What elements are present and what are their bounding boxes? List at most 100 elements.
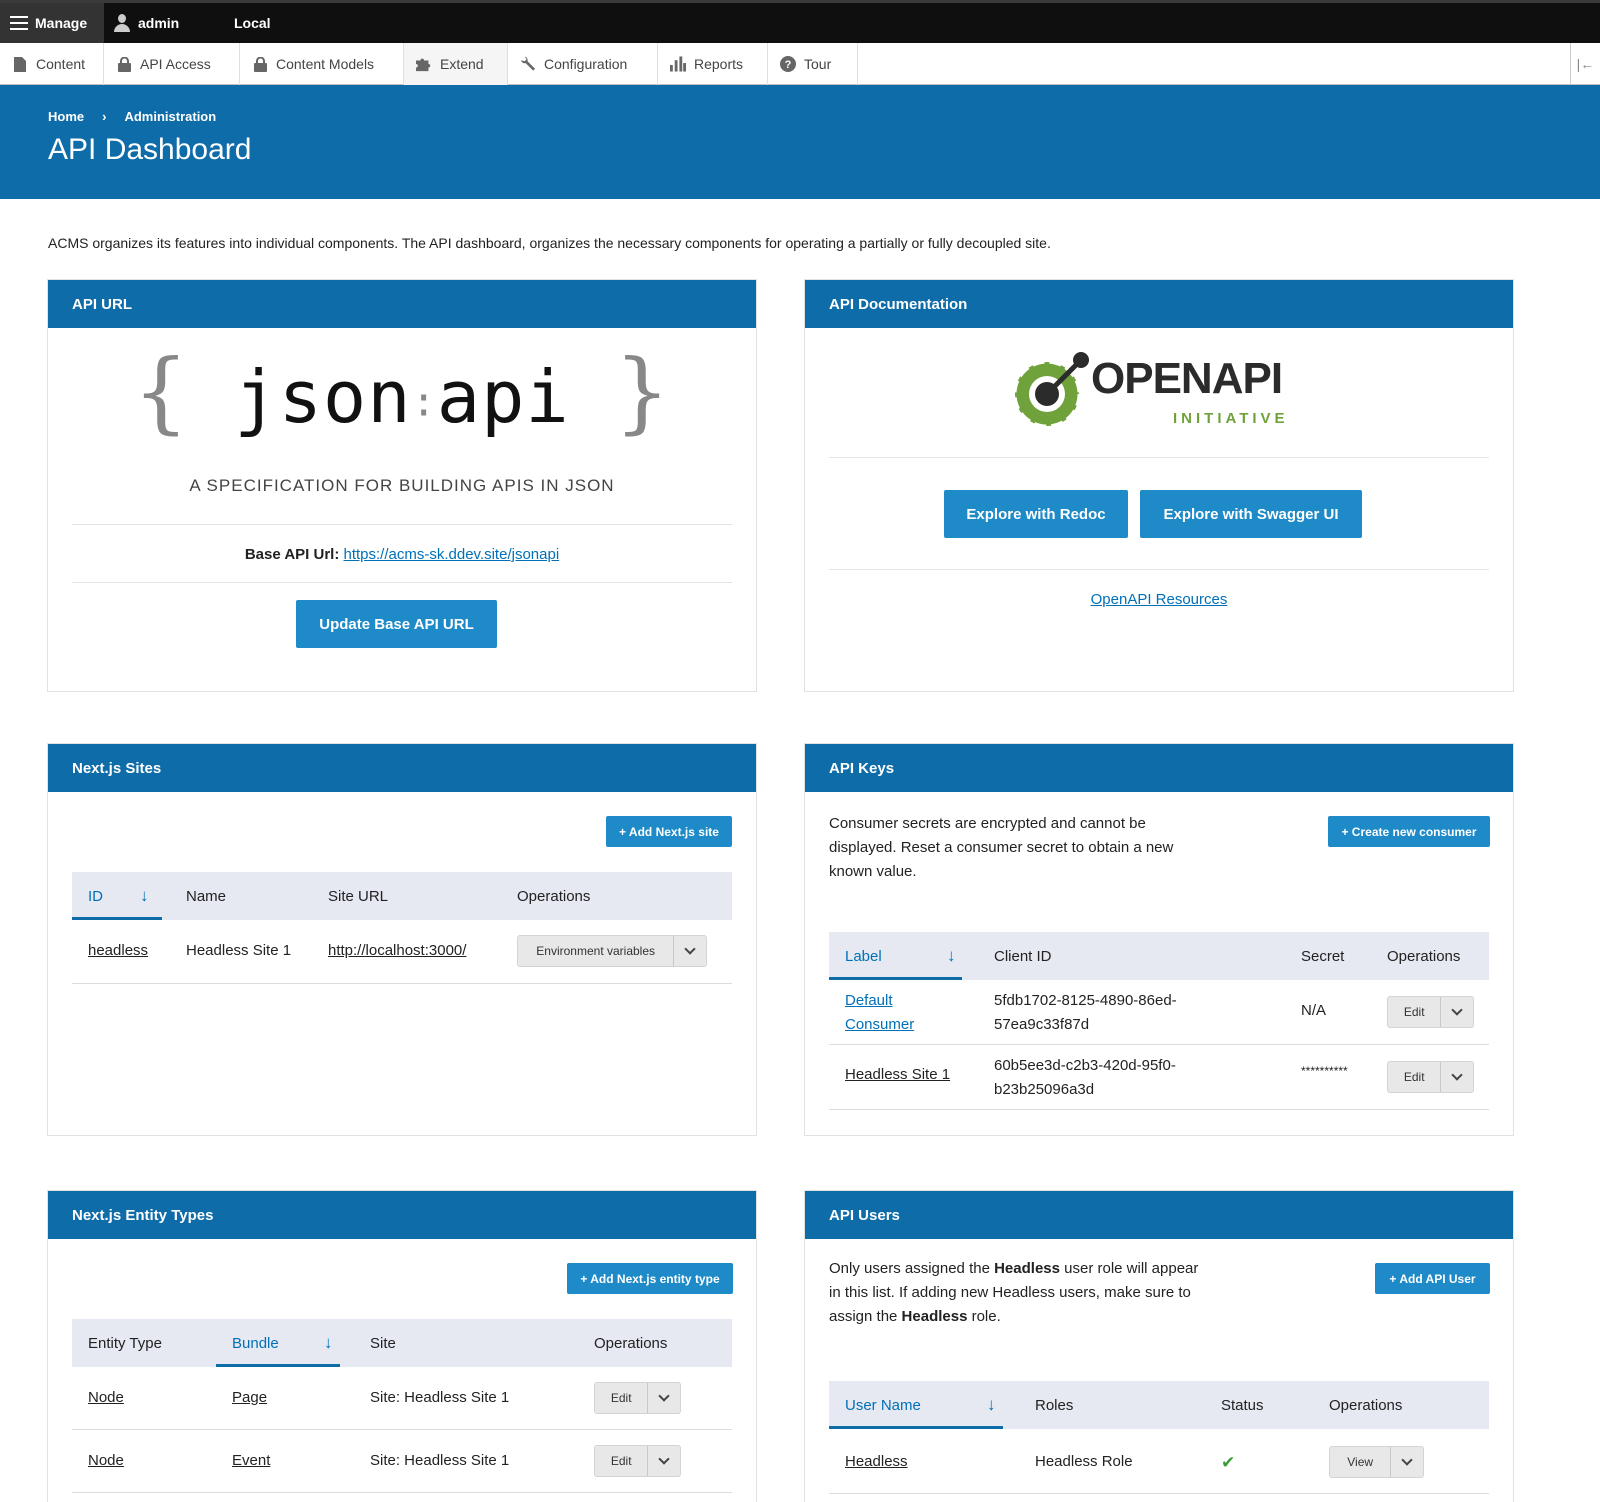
sort-indicator	[72, 917, 162, 920]
col-id[interactable]: ID	[88, 872, 103, 920]
chevron-down-icon[interactable]	[1441, 997, 1473, 1027]
add-nextjs-site-button[interactable]: + Add Next.js site	[606, 816, 732, 847]
openapi-logo: OPENAPI INITIATIVE	[1013, 348, 1303, 432]
entity-type-link[interactable]: Node	[88, 1452, 124, 1469]
col-operations: Operations	[517, 887, 591, 905]
keys-table-header: Label ↓ Client ID Secret Operations	[829, 932, 1489, 980]
edit-button[interactable]: Edit	[1388, 997, 1442, 1027]
admin-toolbar: Manage admin Local	[0, 0, 1600, 43]
row-divider	[72, 983, 732, 984]
update-base-url-button[interactable]: Update Base API URL	[296, 600, 497, 648]
nextjs-sites-panel: Next.js Sites + Add Next.js site ID ↓ Na…	[47, 743, 757, 1136]
sort-down-icon[interactable]: ↓	[987, 1395, 996, 1415]
col-operations: Operations	[1329, 1396, 1403, 1414]
sort-down-icon[interactable]: ↓	[140, 886, 149, 906]
site-name: Headless Site 1	[186, 942, 292, 959]
col-site: Site	[370, 1334, 396, 1352]
row-divider	[829, 1109, 1489, 1110]
col-label[interactable]: Label	[845, 932, 882, 980]
divider	[829, 457, 1489, 458]
environment-variables-button[interactable]: Environment variables	[518, 936, 675, 966]
tray-item-content[interactable]: Content	[0, 43, 104, 85]
tray-item-content-models[interactable]: Content Models	[240, 43, 404, 85]
row-divider	[829, 1044, 1489, 1045]
tray-item-label: Content Models	[276, 56, 375, 72]
col-roles: Roles	[1035, 1396, 1074, 1414]
entity-type-link[interactable]: Node	[88, 1389, 124, 1406]
openapi-resources: OpenAPI Resources	[805, 591, 1513, 608]
chevron-down-icon[interactable]	[648, 1446, 680, 1476]
site-id-link[interactable]: headless	[88, 942, 148, 959]
base-url-link[interactable]: https://acms-sk.ddev.site/jsonapi	[344, 546, 560, 563]
openapi-resources-link[interactable]: OpenAPI Resources	[1091, 591, 1228, 608]
tray-item-reports[interactable]: Reports	[658, 43, 768, 85]
entity-table-header: Entity Type Bundle ↓ Site Operations	[72, 1319, 732, 1367]
tray-item-label: Content	[36, 56, 86, 72]
edit-button[interactable]: Edit	[1388, 1062, 1442, 1092]
manage-label: Manage	[35, 15, 88, 31]
user-name-link[interactable]: Headless	[845, 1453, 908, 1470]
consumer-label-link[interactable]: Headless Site 1	[845, 1066, 950, 1083]
tray-item-api-access[interactable]: API Access	[104, 43, 240, 85]
panel-title: API URL	[48, 280, 756, 328]
col-user-name[interactable]: User Name	[845, 1381, 921, 1429]
operations-dropbutton: Edit	[1387, 1061, 1474, 1093]
operations-dropbutton: Edit	[594, 1382, 681, 1414]
consumer-label-link[interactable]: Default Consumer	[845, 989, 914, 1037]
site-name: Site: Headless Site 1	[370, 1452, 510, 1469]
openapi-subtitle: INITIATIVE	[1173, 410, 1289, 427]
api-users-panel: API Users Only users assigned the Headle…	[804, 1190, 1514, 1502]
add-api-user-button[interactable]: + Add API User	[1375, 1263, 1490, 1294]
users-table-header: User Name ↓ Roles Status Operations	[829, 1381, 1489, 1429]
chevron-down-icon[interactable]	[648, 1383, 680, 1413]
panel-title: Next.js Entity Types	[48, 1191, 756, 1239]
bundle-link[interactable]: Event	[232, 1452, 270, 1469]
environment-label: Local	[234, 15, 271, 31]
col-site-url: Site URL	[328, 887, 389, 905]
collapse-tray-button[interactable]: |←	[1570, 43, 1600, 85]
operations-dropbutton: View	[1329, 1446, 1424, 1478]
chevron-down-icon[interactable]	[1441, 1062, 1473, 1092]
sort-indicator	[829, 1426, 1003, 1429]
sort-down-icon[interactable]: ↓	[324, 1333, 333, 1353]
sites-table-header: ID ↓ Name Site URL Operations	[72, 872, 732, 920]
divider	[72, 582, 732, 583]
sort-down-icon[interactable]: ↓	[947, 946, 956, 966]
tray-item-configuration[interactable]: Configuration	[508, 43, 658, 85]
hamburger-icon	[10, 16, 28, 30]
collapse-icon: |←	[1576, 56, 1595, 72]
explore-swagger-button[interactable]: Explore with Swagger UI	[1140, 490, 1362, 538]
view-button[interactable]: View	[1330, 1447, 1392, 1477]
tray-item-tour[interactable]: ? Tour	[768, 43, 858, 85]
breadcrumb-home[interactable]: Home	[48, 109, 84, 124]
col-entity-type: Entity Type	[88, 1334, 162, 1352]
file-icon	[12, 56, 28, 72]
col-status: Status	[1221, 1396, 1264, 1414]
col-bundle[interactable]: Bundle	[232, 1319, 279, 1367]
explore-redoc-button[interactable]: Explore with Redoc	[944, 490, 1128, 538]
panel-title: Next.js Sites	[48, 744, 756, 792]
manage-toggle[interactable]: Manage	[0, 3, 104, 43]
col-operations: Operations	[1387, 947, 1461, 965]
site-url-link[interactable]: http://localhost:3000/	[328, 942, 466, 959]
api-users-description: Only users assigned the Headless user ro…	[829, 1260, 1199, 1325]
edit-button[interactable]: Edit	[595, 1446, 649, 1476]
environment-indicator[interactable]: Local	[234, 3, 271, 43]
edit-button[interactable]: Edit	[595, 1383, 649, 1413]
add-entity-type-button[interactable]: + Add Next.js entity type	[567, 1263, 733, 1294]
page-title: API Dashboard	[48, 133, 252, 166]
chevron-down-icon[interactable]	[1391, 1447, 1423, 1477]
user-menu[interactable]: admin	[114, 3, 179, 43]
api-keys-panel: API Keys Consumer secrets are encrypted …	[804, 743, 1514, 1136]
client-id: 5fdb1702-8125-4890-86ed- 57ea9c33f87d	[994, 992, 1177, 1033]
bundle-link[interactable]: Page	[232, 1389, 267, 1406]
breadcrumb-administration[interactable]: Administration	[124, 109, 216, 124]
create-consumer-button[interactable]: + Create new consumer	[1328, 816, 1490, 847]
col-secret: Secret	[1301, 947, 1345, 965]
chevron-down-icon[interactable]	[674, 936, 706, 966]
site-name: Site: Headless Site 1	[370, 1389, 510, 1406]
col-operations: Operations	[594, 1334, 668, 1352]
sort-indicator	[216, 1364, 340, 1367]
row-divider	[72, 1429, 732, 1430]
tray-item-extend[interactable]: Extend	[404, 43, 508, 85]
